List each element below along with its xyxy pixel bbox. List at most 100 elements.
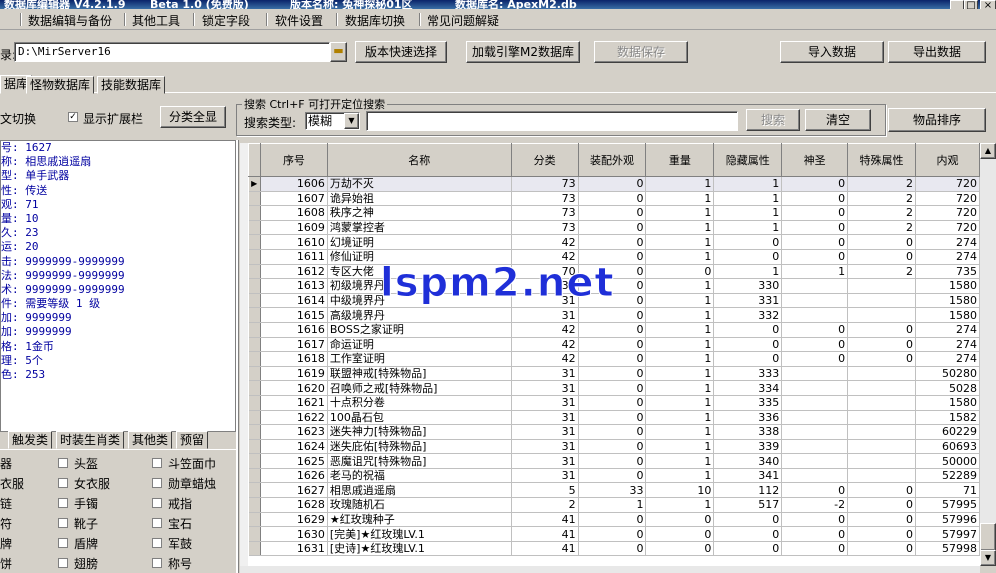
grid-cell[interactable]: 幻境证明 xyxy=(327,234,512,250)
column-header[interactable]: 重量 xyxy=(645,143,715,177)
grid-cell[interactable]: 0 xyxy=(713,337,783,353)
grid-cell[interactable]: 0 xyxy=(847,234,916,250)
grid-cell[interactable]: 1 xyxy=(645,322,715,338)
grid-cell[interactable]: 玫瑰随机石 xyxy=(327,497,512,513)
grid-cell[interactable]: 720 xyxy=(915,176,980,192)
grid-cell[interactable]: 命运证明 xyxy=(327,337,512,353)
tab-fashion[interactable]: 时装生肖类 xyxy=(56,431,125,449)
grid-cell[interactable]: 高级境界丹 xyxy=(327,307,512,323)
search-button[interactable]: 搜索 xyxy=(746,109,800,131)
grid-cell[interactable]: 1619 xyxy=(260,366,328,382)
grid-cell[interactable]: 1 xyxy=(645,439,715,455)
table-row[interactable]: 1615 高级境界丹 31 0 1 332 1580 xyxy=(248,307,980,323)
grid-cell[interactable]: 0 xyxy=(781,337,849,353)
tab-trigger[interactable]: 触发类 xyxy=(8,431,53,449)
grid-cell[interactable]: 0 xyxy=(847,526,916,542)
grid-cell[interactable]: 274 xyxy=(915,249,980,265)
row-indicator[interactable] xyxy=(248,526,261,542)
grid-cell[interactable] xyxy=(781,366,849,382)
grid-cell[interactable]: 0 xyxy=(578,366,647,382)
category-checkbox[interactable] xyxy=(58,558,68,568)
grid-cell[interactable]: 52289 xyxy=(915,468,980,484)
table-row[interactable]: 1616 BOSS之家证明 42 0 1 0 0 0 274 xyxy=(248,322,980,338)
grid-cell[interactable]: 1 xyxy=(713,176,783,192)
grid-cell[interactable] xyxy=(781,293,849,309)
horizontal-scrollbar[interactable] xyxy=(240,566,980,573)
column-header[interactable]: 装配外观 xyxy=(577,143,647,177)
grid-cell[interactable]: 0 xyxy=(847,512,916,528)
row-indicator[interactable] xyxy=(248,395,261,411)
grid-cell[interactable]: 0 xyxy=(578,234,647,250)
menu-data-edit[interactable]: 数据编辑与备份 xyxy=(28,12,112,29)
grid-cell[interactable]: 1628 xyxy=(260,497,328,513)
grid-cell[interactable]: 274 xyxy=(915,234,980,250)
grid-cell[interactable]: 0 xyxy=(645,512,715,528)
grid-cell[interactable]: 秩序之神 xyxy=(327,205,512,221)
item-sort-button[interactable]: 物品排序 xyxy=(888,108,986,132)
grid-cell[interactable]: 31 xyxy=(511,366,579,382)
grid-cell[interactable]: 鸿蒙掌控者 xyxy=(327,220,512,236)
table-row[interactable]: 1608 秩序之神 73 0 1 1 0 2 720 xyxy=(248,205,980,221)
category-checkbox[interactable] xyxy=(152,558,162,568)
row-pointer-icon[interactable]: ▶ xyxy=(248,176,261,192)
grid-cell[interactable]: 0 xyxy=(578,337,647,353)
grid-cell[interactable] xyxy=(847,293,916,309)
grid-cell[interactable] xyxy=(781,439,849,455)
grid-cell[interactable]: 0 xyxy=(847,482,916,499)
category-checkbox[interactable] xyxy=(58,538,68,548)
table-row[interactable]: ▶ 1606 万劫不灭 73 0 1 1 0 2 720 xyxy=(248,176,980,192)
scroll-down-icon[interactable]: ▼ xyxy=(980,550,996,566)
grid-cell[interactable]: 60229 xyxy=(915,424,980,440)
grid-cell[interactable] xyxy=(847,439,916,455)
grid-cell[interactable]: 1 xyxy=(645,410,715,426)
grid-cell[interactable]: 0 xyxy=(578,176,647,192)
grid-cell[interactable]: 5 xyxy=(511,482,579,499)
grid-cell[interactable]: 0 xyxy=(781,176,849,192)
column-header[interactable]: 特殊属性 xyxy=(847,143,916,177)
grid-cell[interactable]: 1614 xyxy=(260,293,328,309)
table-row[interactable]: 1629 ★红玫瑰种子 41 0 0 0 0 0 57996 xyxy=(248,512,980,528)
grid-cell[interactable]: [史诗]★红玫瑰LV.1 xyxy=(327,541,512,557)
row-indicator[interactable] xyxy=(248,205,261,221)
grid-cell[interactable] xyxy=(781,453,849,469)
search-type-select[interactable]: 模糊 ▼ xyxy=(305,112,360,130)
tab-reserved[interactable]: 预留 xyxy=(176,431,209,449)
grid-cell[interactable]: 0 xyxy=(713,526,783,542)
grid-cell[interactable]: ★红玫瑰种子 xyxy=(327,512,512,528)
category-checkbox[interactable] xyxy=(152,478,162,488)
row-indicator[interactable] xyxy=(248,351,261,367)
menu-other-tools[interactable]: 其他工具 xyxy=(132,12,180,29)
grid-cell[interactable]: 0 xyxy=(781,351,849,367)
grid-cell[interactable]: 0 xyxy=(847,351,916,367)
row-indicator[interactable] xyxy=(248,424,261,440)
grid-cell[interactable] xyxy=(847,468,916,484)
row-indicator[interactable] xyxy=(248,191,261,207)
grid-cell[interactable]: 1 xyxy=(645,176,715,192)
table-row[interactable]: 1622 100晶石包 31 0 1 336 1582 xyxy=(248,410,980,426)
grid-cell[interactable]: 0 xyxy=(847,249,916,265)
grid-cell[interactable]: 0 xyxy=(578,351,647,367)
grid-cell[interactable]: 338 xyxy=(713,424,783,440)
grid-cell[interactable]: 1610 xyxy=(260,234,328,250)
grid-cell[interactable] xyxy=(781,307,849,323)
grid-cell[interactable]: 334 xyxy=(713,380,783,396)
grid-cell[interactable]: 1580 xyxy=(915,293,980,309)
search-input[interactable] xyxy=(366,111,738,131)
grid-cell[interactable]: 31 xyxy=(511,468,579,484)
export-button[interactable]: 导出数据 xyxy=(888,41,986,63)
grid-cell[interactable]: 1 xyxy=(713,205,783,221)
grid-cell[interactable]: 2 xyxy=(847,176,916,192)
row-indicator[interactable] xyxy=(248,468,261,484)
grid-cell[interactable]: 0 xyxy=(578,395,647,411)
grid-cell[interactable]: 31 xyxy=(511,424,579,440)
grid-cell[interactable]: 340 xyxy=(713,453,783,469)
grid-cell[interactable]: 1621 xyxy=(260,395,328,411)
grid-cell[interactable]: 0 xyxy=(847,337,916,353)
table-row[interactable]: 1627 相思戚逍遥扇 5 33 10 112 0 0 71 xyxy=(248,482,980,499)
grid-cell[interactable]: 41 xyxy=(511,541,579,557)
grid-cell[interactable]: 341 xyxy=(713,468,783,484)
grid-cell[interactable]: 0 xyxy=(713,234,783,250)
grid-cell[interactable]: 0 xyxy=(847,497,916,513)
grid-cell[interactable]: 0 xyxy=(781,541,849,557)
grid-cell[interactable]: 1 xyxy=(645,468,715,484)
